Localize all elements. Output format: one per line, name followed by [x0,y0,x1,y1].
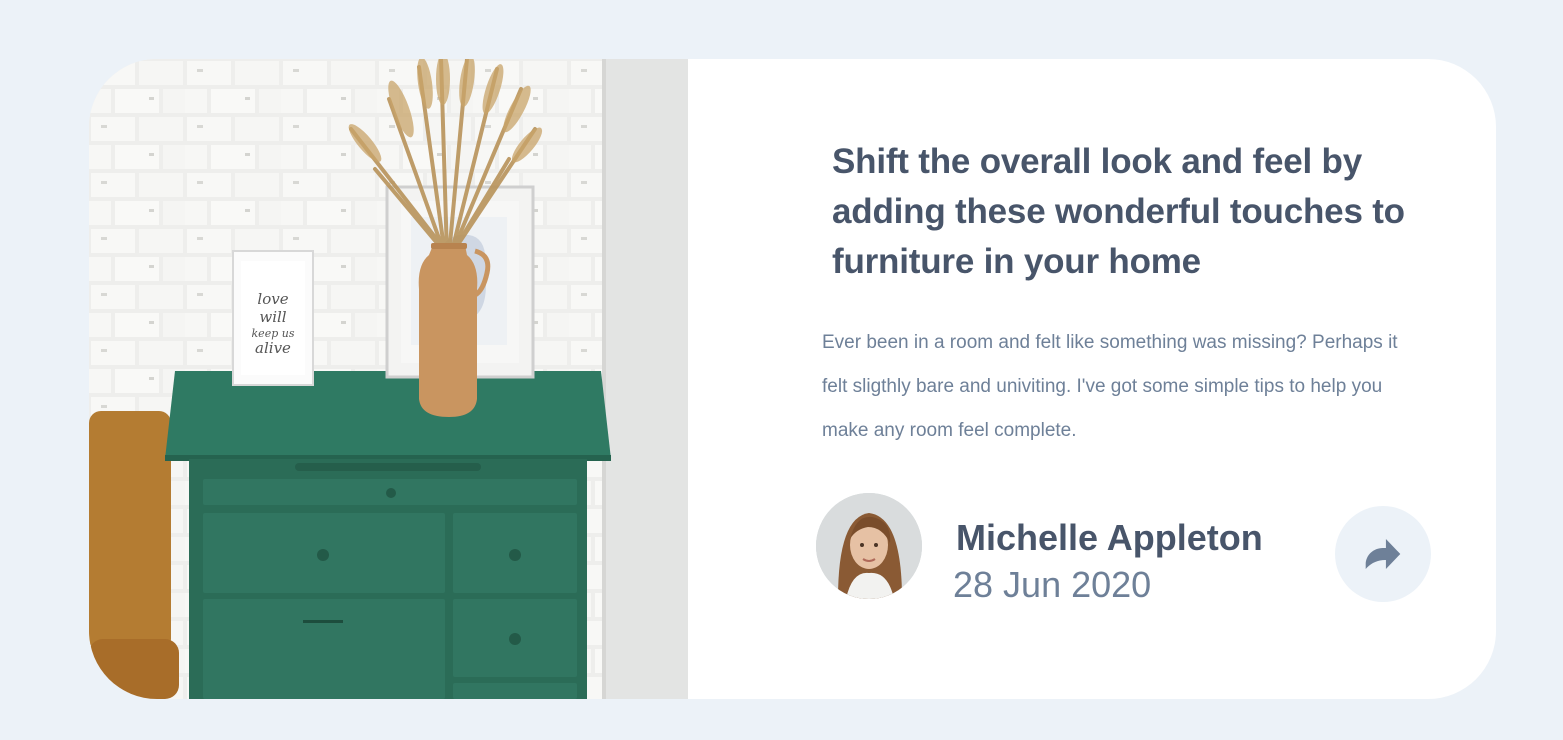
article-excerpt: Ever been in a room and felt like someth… [822,332,1398,441]
article-content: Shift the overall look and feel by addin… [688,59,1496,699]
article-preview-card: love will keep us alive Shift the overal… [89,59,1496,699]
svg-text:alive: alive [255,339,291,357]
frame-text: love [257,290,288,308]
article-image: love will keep us alive [89,59,688,699]
publish-date: 28 Jun 2020 [953,564,1152,605]
svg-text:will: will [259,308,286,326]
share-button[interactable] [1335,506,1431,602]
author-name: Michelle Appleton [956,517,1263,558]
share-arrow-icon [1365,539,1401,569]
article-headline[interactable]: Shift the overall look and feel by addin… [832,137,1422,287]
author-avatar [816,493,922,599]
